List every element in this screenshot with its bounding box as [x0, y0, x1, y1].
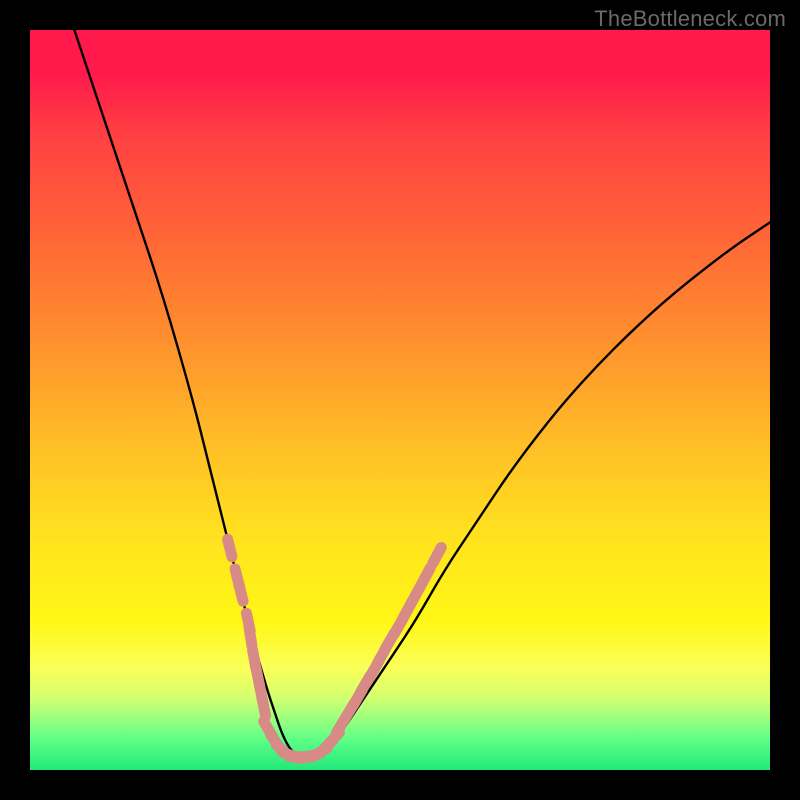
curve-marker [239, 584, 243, 601]
bottleneck-curve [74, 30, 770, 755]
curve-marker [262, 698, 266, 716]
chart-frame: TheBottleneck.com [0, 0, 800, 800]
curve-marker [422, 568, 431, 584]
chart-svg [30, 30, 770, 770]
plot-area [30, 30, 770, 770]
watermark-label: TheBottleneck.com [594, 6, 786, 32]
curve-marker [433, 547, 442, 563]
marker-group [228, 539, 442, 758]
curve-marker [228, 539, 232, 556]
curve-marker [249, 628, 252, 646]
